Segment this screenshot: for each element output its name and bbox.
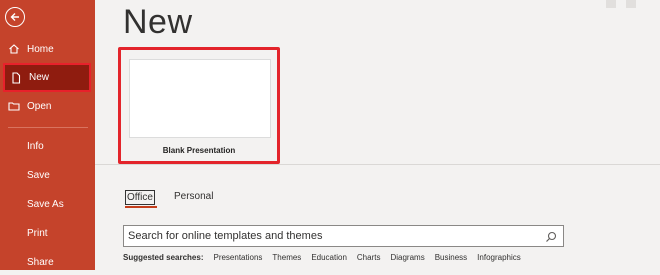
suggested-link-diagrams[interactable]: Diagrams xyxy=(390,253,424,262)
sidebar-item-label: New xyxy=(29,72,50,83)
sidebar-item-new[interactable]: New xyxy=(3,63,91,92)
sidebar-item-share[interactable]: Share xyxy=(0,249,95,275)
page-title: New xyxy=(123,3,193,41)
sidebar-divider xyxy=(8,127,88,128)
sidebar-item-label: Print xyxy=(27,227,48,239)
sidebar-item-label: Home xyxy=(27,43,54,55)
suggested-link-themes[interactable]: Themes xyxy=(272,253,301,262)
template-search-box xyxy=(123,225,564,247)
new-pane: New Blank Presentation Office Personal S… xyxy=(95,0,660,270)
sidebar-item-open[interactable]: Open xyxy=(0,93,95,119)
sidebar-item-label: Save xyxy=(27,169,50,181)
sidebar-item-print[interactable]: Print xyxy=(0,220,95,246)
sidebar-item-home[interactable]: Home xyxy=(0,36,95,62)
search-icon[interactable] xyxy=(545,230,557,248)
home-icon xyxy=(8,43,20,55)
search-input[interactable] xyxy=(128,228,538,244)
tab-personal[interactable]: Personal xyxy=(174,191,213,202)
active-tab-indicator xyxy=(125,206,157,208)
suggested-link-presentations[interactable]: Presentations xyxy=(213,253,262,262)
window-control[interactable] xyxy=(626,0,636,8)
sidebar-item-save[interactable]: Save xyxy=(0,162,95,188)
backstage-sidebar: Home New Open Info Save Save As Print Sh… xyxy=(0,0,95,270)
section-divider xyxy=(95,164,660,165)
back-button[interactable] xyxy=(5,7,25,27)
sidebar-item-label: Save As xyxy=(27,198,64,210)
blank-presentation-label: Blank Presentation xyxy=(162,146,236,155)
suggested-link-business[interactable]: Business xyxy=(435,253,467,262)
sidebar-item-info[interactable]: Info xyxy=(0,133,95,159)
suggested-link-education[interactable]: Education xyxy=(311,253,347,262)
blank-presentation-thumbnail[interactable] xyxy=(129,59,271,138)
folder-icon xyxy=(8,100,20,112)
suggested-link-charts[interactable]: Charts xyxy=(357,253,381,262)
sidebar-item-label: Open xyxy=(27,100,52,112)
suggested-searches-label: Suggested searches: xyxy=(123,253,204,262)
sidebar-item-label: Share xyxy=(27,256,54,268)
sidebar-item-label: Info xyxy=(27,140,44,152)
suggested-link-infographics[interactable]: Infographics xyxy=(477,253,521,262)
tab-office[interactable]: Office xyxy=(125,190,155,205)
new-document-icon xyxy=(10,71,22,84)
suggested-searches: Suggested searches: Presentations Themes… xyxy=(123,253,531,262)
sidebar-item-save-as[interactable]: Save As xyxy=(0,191,95,217)
window-control[interactable] xyxy=(606,0,616,8)
